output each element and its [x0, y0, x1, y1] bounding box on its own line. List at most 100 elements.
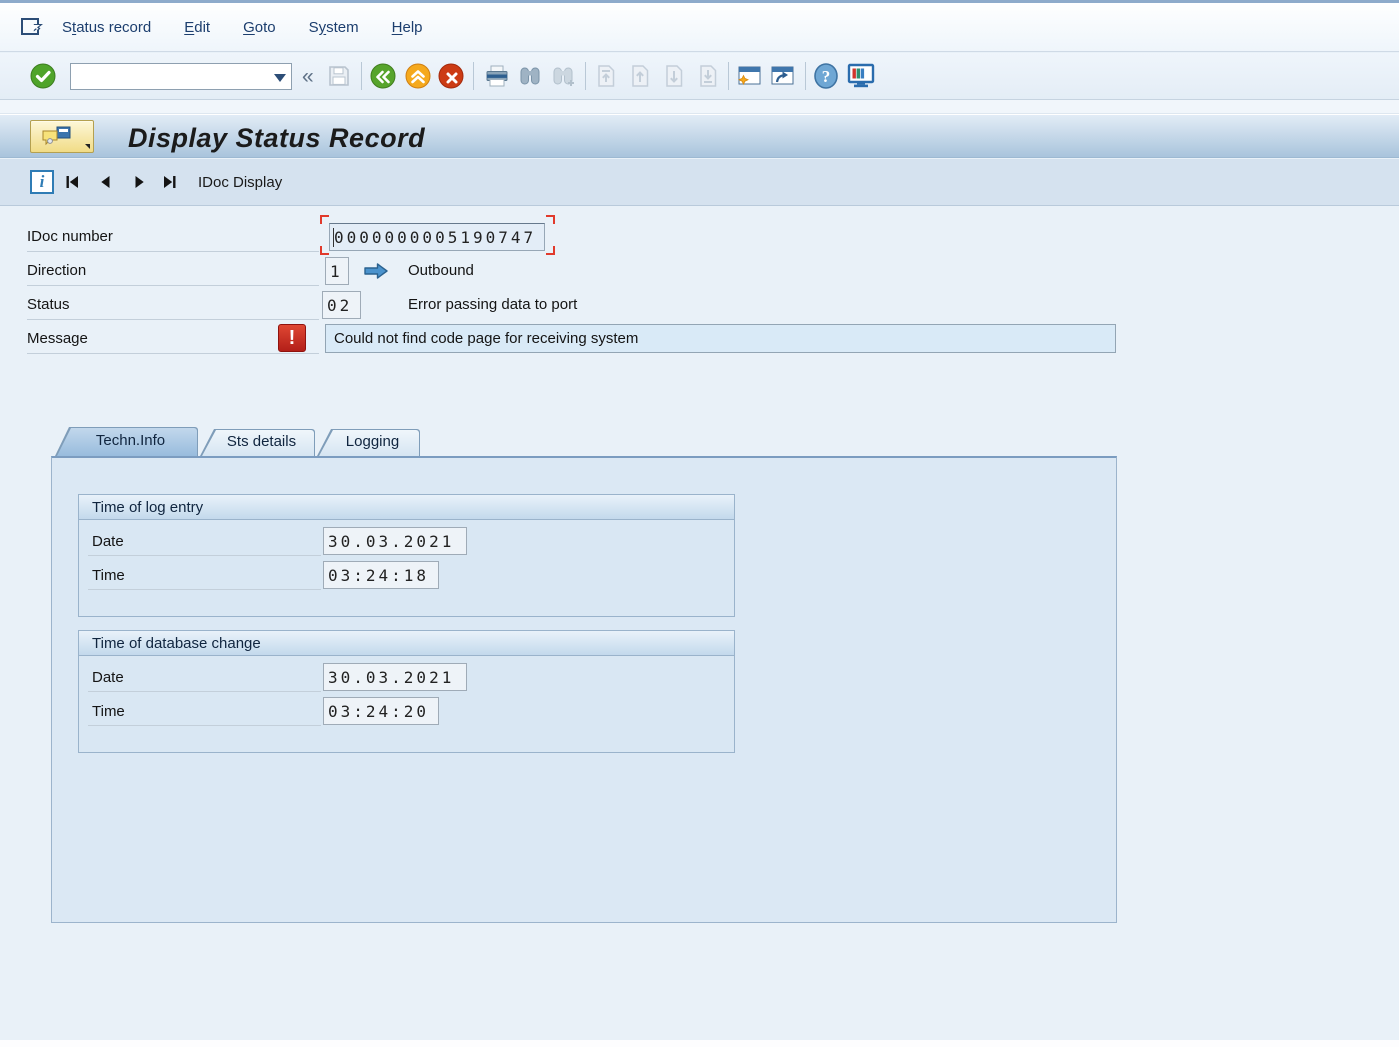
command-input[interactable]: [71, 65, 261, 88]
title-menu-button[interactable]: [30, 120, 94, 153]
label-underline: [27, 285, 319, 286]
save-icon[interactable]: [326, 63, 352, 89]
find-next-icon[interactable]: [550, 63, 577, 89]
find-icon[interactable]: [517, 63, 543, 89]
menu-text: S: [62, 19, 72, 36]
menu-system[interactable]: System: [307, 16, 361, 39]
menu-status-record[interactable]: Status record: [60, 16, 153, 39]
label-underline: [88, 555, 321, 556]
enter-icon[interactable]: [30, 63, 56, 89]
collapse-icon[interactable]: «: [302, 66, 314, 87]
message-label: Message: [27, 330, 88, 347]
label-underline: [88, 725, 321, 726]
last-page-icon[interactable]: [695, 63, 721, 89]
sap-gui-window: Status record Edit Goto System Help «: [0, 0, 1399, 1047]
label-underline: [88, 691, 321, 692]
log-date-label: Date: [92, 533, 124, 550]
direction-text: Outbound: [408, 262, 474, 279]
label-underline: [27, 353, 319, 354]
group-title: Time of database change: [79, 635, 261, 652]
menu-items: Status record Edit Goto System Help: [60, 16, 425, 39]
status-field[interactable]: 02: [322, 291, 361, 319]
help-icon[interactable]: ?: [813, 63, 839, 89]
menu-mnemonic: E: [184, 19, 194, 36]
next-record-icon[interactable]: [131, 173, 149, 191]
log-date-field[interactable]: 30.03.2021: [323, 527, 467, 555]
log-time-field[interactable]: 03:24:18: [323, 561, 439, 589]
standard-toolbar: «: [0, 53, 1399, 100]
toolbar-separator: [361, 62, 362, 90]
application-toolbar: i IDoc Display: [0, 159, 1399, 206]
toolbar-separator: [473, 62, 474, 90]
tab-logging[interactable]: Logging: [317, 429, 420, 456]
menu-text: S: [309, 19, 319, 36]
label-underline: [88, 589, 321, 590]
svg-text:?: ?: [821, 67, 830, 86]
menu-text: stem: [326, 19, 359, 36]
first-page-icon[interactable]: [593, 63, 619, 89]
command-field[interactable]: [70, 63, 292, 90]
toolbar-separator: [585, 62, 586, 90]
tab-label: Logging: [317, 433, 420, 450]
idoc-number-field[interactable]: 0000000005190747: [329, 223, 545, 251]
menu-text: dit: [194, 19, 210, 36]
menu-goto[interactable]: Goto: [241, 16, 278, 39]
back-icon[interactable]: [370, 63, 396, 89]
label-underline: [27, 251, 319, 252]
menu-edit[interactable]: Edit: [182, 16, 212, 39]
info-icon[interactable]: i: [30, 170, 54, 194]
customize-layout-icon[interactable]: [847, 63, 875, 89]
page-title: Display Status Record: [128, 123, 425, 154]
menu-text: oto: [255, 19, 276, 36]
print-icon[interactable]: [484, 63, 510, 89]
app-toolbar-label: IDoc Display: [198, 174, 282, 191]
menu-help[interactable]: Help: [390, 16, 425, 39]
idoc-number-label: IDoc number: [27, 228, 113, 245]
db-time-field[interactable]: 03:24:20: [323, 697, 439, 725]
tab-label: Sts details: [200, 433, 315, 450]
db-time-label: Time: [92, 703, 125, 720]
db-date-label: Date: [92, 669, 124, 686]
create-shortcut-icon[interactable]: [769, 63, 796, 89]
direction-field[interactable]: 1: [325, 257, 349, 285]
status-label: Status: [27, 296, 70, 313]
new-session-icon[interactable]: [735, 63, 763, 89]
status-text: Error passing data to port: [408, 296, 577, 313]
command-dropdown-icon[interactable]: [274, 74, 286, 82]
tab-sts-details[interactable]: Sts details: [200, 429, 315, 456]
first-record-icon[interactable]: [63, 173, 81, 191]
title-bar: Display Status Record: [0, 114, 1399, 158]
focus-bracket: [320, 246, 329, 255]
toolbar-gap-strip: [0, 100, 1399, 114]
toolbar-separator: [805, 62, 806, 90]
focus-bracket: [546, 215, 555, 224]
system-menu-icon[interactable]: [20, 15, 48, 39]
group-header: Time of database change: [79, 631, 734, 656]
menu-text: atus record: [76, 19, 151, 36]
exit-icon[interactable]: [405, 63, 431, 89]
menu-mnemonic: G: [243, 19, 255, 36]
tab-techn-info[interactable]: Techn.Info: [55, 427, 198, 456]
log-time-label: Time: [92, 567, 125, 584]
label-underline: [27, 319, 319, 320]
group-header: Time of log entry: [79, 495, 734, 520]
window-bottom-edge: [0, 1040, 1399, 1047]
outbound-arrow-icon: [362, 261, 390, 281]
direction-label: Direction: [27, 262, 86, 279]
db-date-field[interactable]: 30.03.2021: [323, 663, 467, 691]
focus-bracket: [320, 215, 329, 224]
last-record-icon[interactable]: [161, 173, 179, 191]
next-page-icon[interactable]: [661, 63, 687, 89]
menu-bar: Status record Edit Goto System Help: [0, 3, 1399, 52]
toolbar-separator: [728, 62, 729, 90]
previous-record-icon[interactable]: [96, 173, 114, 191]
menu-mnemonic: H: [392, 19, 403, 36]
message-field[interactable]: Could not find code page for receiving s…: [325, 324, 1116, 353]
cancel-icon[interactable]: [438, 63, 464, 89]
group-title: Time of log entry: [79, 499, 203, 516]
focus-bracket: [546, 246, 555, 255]
menu-text: elp: [403, 19, 423, 36]
tab-label: Techn.Info: [55, 432, 198, 449]
previous-page-icon[interactable]: [627, 63, 653, 89]
error-icon: !: [278, 324, 306, 352]
